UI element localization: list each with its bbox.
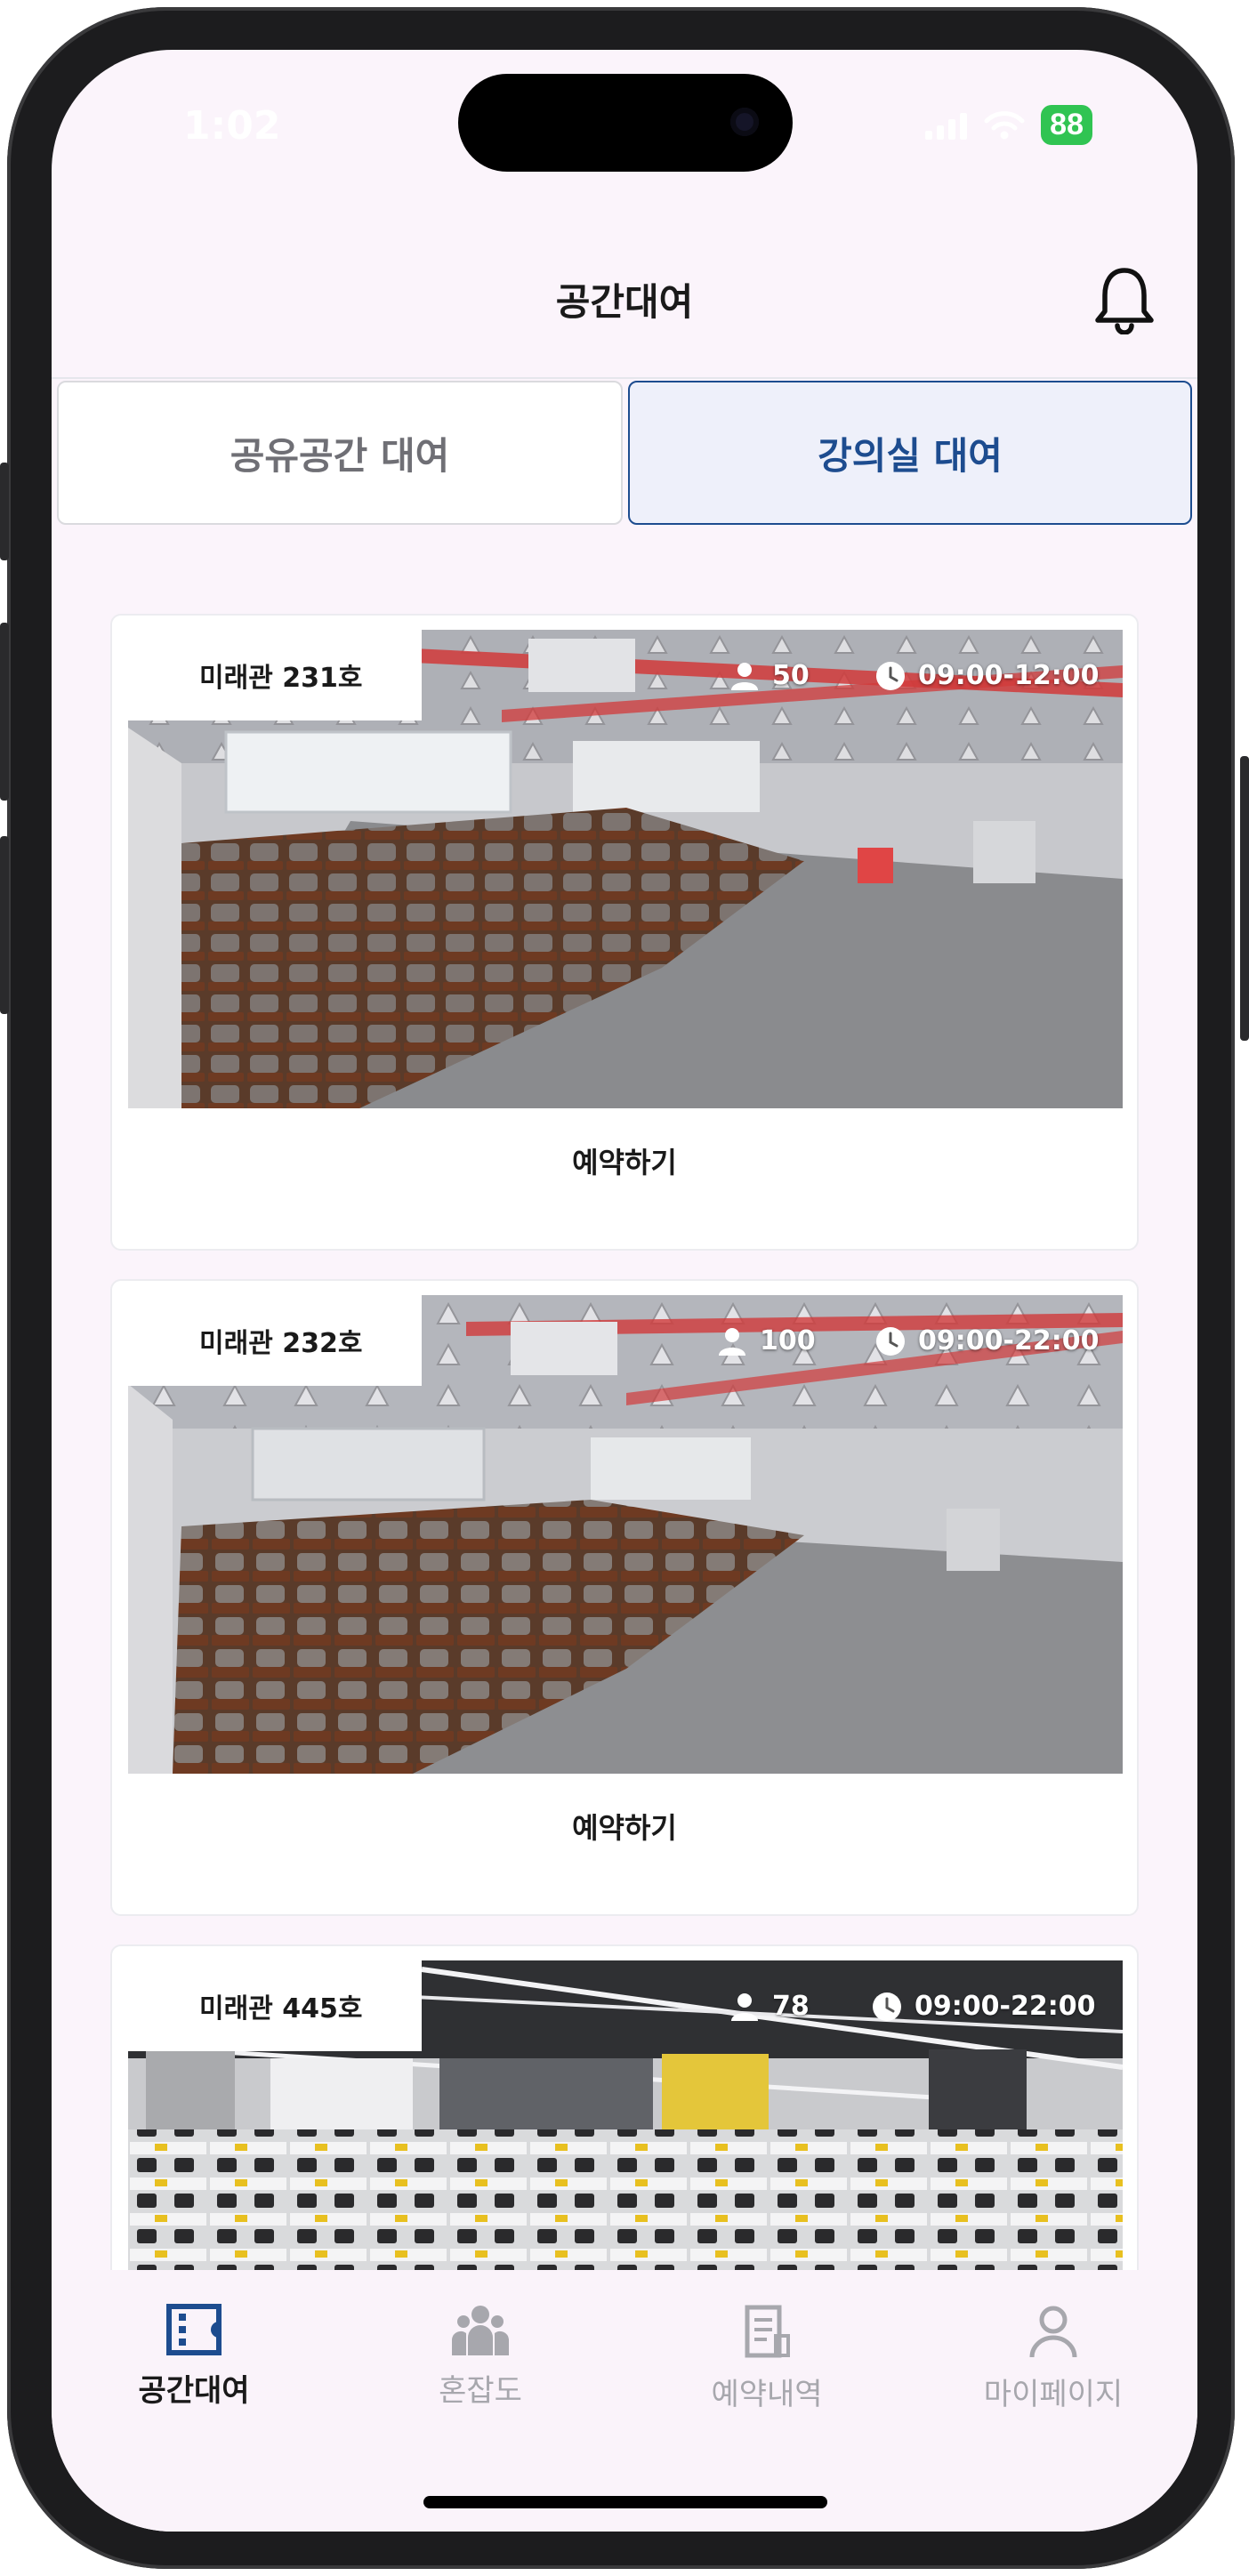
header-divider: [52, 377, 1197, 379]
clock-icon: [873, 1992, 901, 2021]
people-icon: [452, 2306, 509, 2355]
hours-badge: 09:00-22:00: [875, 1325, 1099, 1356]
room-name-label: 미래관 445호: [128, 1960, 422, 2051]
nav-label: 예약내역: [711, 2377, 823, 2412]
nav-space-rental[interactable]: 공간대여: [105, 2304, 283, 2410]
side-button: [0, 623, 9, 801]
room-name-label: 미래관 232호: [128, 1295, 422, 1386]
hours-value: 09:00-12:00: [918, 660, 1100, 691]
status-time: 1:02: [183, 103, 281, 149]
nav-label: 마이페이지: [983, 2377, 1124, 2412]
capacity-badge: 78: [729, 1991, 810, 2022]
signal-icon: [925, 112, 968, 140]
status-indicators: 88: [925, 105, 1092, 145]
person-icon: [719, 1327, 745, 1356]
clock-icon: [876, 1326, 905, 1356]
room-card: 미래관 231호 50 09:00-12:00 예약하기: [110, 614, 1139, 1251]
nav-reservations[interactable]: 예약내역: [678, 2304, 856, 2413]
dynamic-island: [458, 74, 793, 172]
side-button: [0, 836, 9, 1014]
room-photo: 미래관 232호 100 09:00-22:00: [128, 1295, 1123, 1774]
ticket-icon: [166, 2304, 222, 2355]
reserve-button[interactable]: 예약하기: [112, 1806, 1137, 1847]
reserve-button[interactable]: 예약하기: [112, 1140, 1137, 1181]
capacity-value: 50: [772, 660, 810, 691]
side-button: [1240, 756, 1249, 1041]
tab-lecture-room[interactable]: 강의실 대여: [628, 381, 1192, 525]
home-indicator: [423, 2496, 827, 2508]
side-button: [0, 463, 9, 560]
nav-my-page[interactable]: 마이페이지: [964, 2304, 1142, 2413]
room-name-label: 미래관 231호: [128, 630, 422, 720]
app-screen: 1:02 88 공간대여 공유공간 대여 강의실 대여 미래관 231호 50 …: [52, 50, 1197, 2532]
hours-value: 09:00-22:00: [918, 1325, 1100, 1356]
capacity-badge: 50: [729, 660, 810, 691]
hours-badge: 09:00-12:00: [875, 660, 1099, 691]
bottom-tab-bar: 공간대여 혼잡도 예약내역 마이페이지: [52, 2270, 1197, 2532]
bell-icon[interactable]: [1094, 263, 1155, 334]
document-icon: [745, 2305, 790, 2358]
person-icon: [731, 1992, 758, 2021]
nav-label: 공간대여: [138, 2373, 250, 2409]
capacity-value: 100: [760, 1325, 816, 1356]
room-photo: 미래관 231호 50 09:00-12:00: [128, 630, 1123, 1108]
capacity-value: 78: [772, 1991, 810, 2022]
hours-badge: 09:00-22:00: [872, 1991, 1095, 2022]
nav-congestion[interactable]: 혼잡도: [391, 2304, 569, 2410]
tab-shared-space[interactable]: 공유공간 대여: [57, 381, 623, 525]
battery-indicator: 88: [1041, 105, 1092, 145]
page-title: 공간대여: [555, 280, 694, 324]
capacity-badge: 100: [717, 1325, 816, 1356]
camera-icon: [730, 108, 759, 136]
wifi-icon: [984, 110, 1025, 139]
nav-label: 혼잡도: [439, 2373, 522, 2409]
person-icon: [1029, 2306, 1077, 2358]
clock-icon: [876, 661, 905, 690]
person-icon: [731, 662, 758, 690]
hours-value: 09:00-22:00: [915, 1991, 1096, 2022]
room-card: 미래관 232호 100 09:00-22:00 예약하기: [110, 1279, 1139, 1916]
